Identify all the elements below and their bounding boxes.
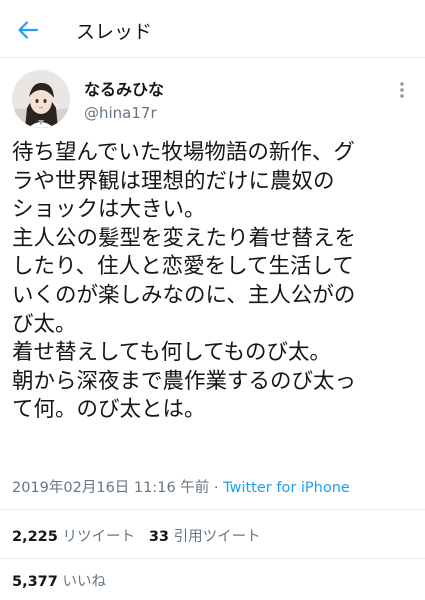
arrow-left-icon — [18, 21, 39, 39]
divider — [0, 509, 425, 510]
retweet-stat[interactable]: 2,225 リツイート — [12, 529, 135, 545]
tweet-text-line: 主人公の髪型を変えたり着せ替えを — [12, 225, 357, 251]
tweet-text-line: いくのが楽しみなのに、主人公がの — [12, 282, 356, 308]
quote-count: 33 — [148, 529, 169, 545]
avatar[interactable] — [12, 70, 70, 128]
like-label: いいね — [57, 574, 106, 590]
tweet-text-line: て何。のび太とは。 — [12, 397, 206, 423]
tweet-text: 待ち望んでいた牧場物語の新作、グ ラや世界観は理想的だけに農奴の ショックは大き… — [12, 139, 416, 425]
tweet-text-line: 待ち望んでいた牧場物語の新作、グ — [12, 140, 355, 165]
page-title: スレッド — [76, 21, 153, 43]
quote-stat[interactable]: 33 引用ツイート — [149, 529, 261, 545]
more-options-button[interactable] — [392, 80, 412, 100]
tweet-text-line: ラや世界観は理想的だけに農奴の — [12, 168, 335, 194]
vertical-dots-icon — [400, 82, 404, 98]
tweet-text-line: ショックは大きい。 — [12, 197, 206, 223]
tweet-meta: 2019年02月16日 11:16 午前 · Twitter for iPhon… — [12, 476, 350, 497]
like-stats-row: 5,377 いいね — [12, 570, 106, 591]
back-button[interactable] — [14, 16, 42, 44]
author-handle[interactable]: @hina17r — [84, 104, 157, 122]
retweet-count: 2,225 — [12, 529, 58, 545]
meta-separator: · — [209, 480, 224, 496]
top-bar: スレッド — [0, 0, 425, 58]
avatar-image — [12, 70, 70, 128]
tweet-source-link[interactable]: Twitter for iPhone — [223, 480, 350, 496]
retweet-stats-row: 2,225 リツイート 33 引用ツイート — [12, 525, 261, 546]
retweet-label: リツイート — [57, 529, 135, 545]
tweet-text-line: 着せ替えしても何してものび太。 — [12, 340, 332, 366]
divider — [0, 558, 425, 559]
like-stat[interactable]: 5,377 いいね — [12, 574, 106, 590]
tweet-thread-screen: スレッド なるみひな @hina17r 待ち望んでいた牧場物語の新作、グ ラや世… — [0, 0, 425, 600]
tweet-text-line: 朝から深夜まで農作業するのび太っ — [12, 368, 357, 394]
tweet-timestamp[interactable]: 2019年02月16日 11:16 午前 — [12, 480, 209, 496]
tweet-text-line: び太。 — [12, 311, 77, 337]
tweet-text-line: したり、住人と恋愛をして生活して — [12, 254, 354, 280]
author-display-name[interactable]: なるみひな — [84, 76, 164, 100]
like-count: 5,377 — [12, 574, 58, 590]
quote-label: 引用ツイート — [169, 529, 261, 545]
